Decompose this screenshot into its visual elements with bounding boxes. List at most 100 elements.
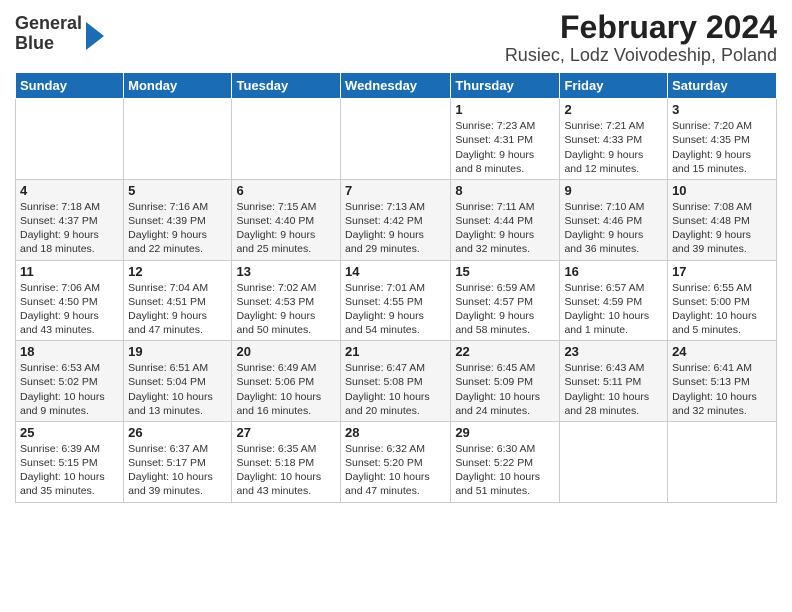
calendar-cell: 5 Sunrise: 7:16 AM Sunset: 4:39 PM Daylig…	[124, 179, 232, 260]
calendar-cell: 24Sunrise: 6:41 AM Sunset: 5:13 PM Dayli…	[668, 341, 777, 422]
day-info: Sunrise: 7:21 AM Sunset: 4:33 PM Dayligh…	[564, 119, 663, 176]
day-number: 3	[672, 102, 772, 117]
day-info: Sunrise: 6:55 AM Sunset: 5:00 PM Dayligh…	[672, 281, 772, 338]
day-number: 11	[20, 264, 119, 279]
calendar-cell: 11 Sunrise: 7:06 AM Sunset: 4:50 PM Dayli…	[16, 260, 124, 341]
day-info: Sunrise: 6:53 AM Sunset: 5:02 PM Dayligh…	[20, 361, 119, 418]
day-info: Sunrise: 6:47 AM Sunset: 5:08 PM Dayligh…	[345, 361, 446, 418]
calendar-cell: 6 Sunrise: 7:15 AM Sunset: 4:40 PM Daylig…	[232, 179, 341, 260]
day-info: Sunrise: 6:45 AM Sunset: 5:09 PM Dayligh…	[455, 361, 555, 418]
day-number: 15	[455, 264, 555, 279]
calendar-cell: 21Sunrise: 6:47 AM Sunset: 5:08 PM Dayli…	[341, 341, 451, 422]
day-number: 29	[455, 425, 555, 440]
day-info: Sunrise: 7:13 AM Sunset: 4:42 PM Dayligh…	[345, 200, 446, 257]
day-info: Sunrise: 6:57 AM Sunset: 4:59 PM Dayligh…	[564, 281, 663, 338]
day-number: 5	[128, 183, 227, 198]
weekday-header-friday: Friday	[560, 73, 668, 99]
page-title: February 2024	[505, 10, 777, 45]
calendar-cell: 7 Sunrise: 7:13 AM Sunset: 4:42 PM Daylig…	[341, 179, 451, 260]
calendar-header: SundayMondayTuesdayWednesdayThursdayFrid…	[16, 73, 777, 99]
day-info: Sunrise: 7:23 AM Sunset: 4:31 PM Dayligh…	[455, 119, 555, 176]
day-info: Sunrise: 6:59 AM Sunset: 4:57 PM Dayligh…	[455, 281, 555, 338]
day-info: Sunrise: 7:01 AM Sunset: 4:55 PM Dayligh…	[345, 281, 446, 338]
calendar-cell: 15 Sunrise: 6:59 AM Sunset: 4:57 PM Dayli…	[451, 260, 560, 341]
day-number: 28	[345, 425, 446, 440]
calendar-cell: 16 Sunrise: 6:57 AM Sunset: 4:59 PM Dayli…	[560, 260, 668, 341]
day-number: 8	[455, 183, 555, 198]
page-subtitle: Rusiec, Lodz Voivodeship, Poland	[505, 45, 777, 66]
weekday-header-monday: Monday	[124, 73, 232, 99]
calendar-cell	[341, 99, 451, 180]
day-info: Sunrise: 6:51 AM Sunset: 5:04 PM Dayligh…	[128, 361, 227, 418]
day-number: 18	[20, 344, 119, 359]
day-info: Sunrise: 6:32 AM Sunset: 5:20 PM Dayligh…	[345, 442, 446, 499]
day-number: 1	[455, 102, 555, 117]
calendar-body: 1 Sunrise: 7:23 AM Sunset: 4:31 PM Daylig…	[16, 99, 777, 502]
day-info: Sunrise: 6:49 AM Sunset: 5:06 PM Dayligh…	[236, 361, 336, 418]
calendar-cell: 18 Sunrise: 6:53 AM Sunset: 5:02 PM Dayli…	[16, 341, 124, 422]
day-number: 27	[236, 425, 336, 440]
day-info: Sunrise: 7:15 AM Sunset: 4:40 PM Dayligh…	[236, 200, 336, 257]
calendar-cell: 26Sunrise: 6:37 AM Sunset: 5:17 PM Dayli…	[124, 421, 232, 502]
day-number: 25	[20, 425, 119, 440]
day-info: Sunrise: 7:16 AM Sunset: 4:39 PM Dayligh…	[128, 200, 227, 257]
weekday-header-row: SundayMondayTuesdayWednesdayThursdayFrid…	[16, 73, 777, 99]
calendar-week-4: 18 Sunrise: 6:53 AM Sunset: 5:02 PM Dayli…	[16, 341, 777, 422]
day-number: 16	[564, 264, 663, 279]
day-number: 23	[564, 344, 663, 359]
calendar-cell: 1 Sunrise: 7:23 AM Sunset: 4:31 PM Daylig…	[451, 99, 560, 180]
calendar-cell: 19Sunrise: 6:51 AM Sunset: 5:04 PM Dayli…	[124, 341, 232, 422]
day-number: 9	[564, 183, 663, 198]
day-info: Sunrise: 7:08 AM Sunset: 4:48 PM Dayligh…	[672, 200, 772, 257]
weekday-header-saturday: Saturday	[668, 73, 777, 99]
calendar-cell	[668, 421, 777, 502]
weekday-header-thursday: Thursday	[451, 73, 560, 99]
calendar-cell: 23 Sunrise: 6:43 AM Sunset: 5:11 PM Dayli…	[560, 341, 668, 422]
calendar-week-1: 1 Sunrise: 7:23 AM Sunset: 4:31 PM Daylig…	[16, 99, 777, 180]
day-info: Sunrise: 7:18 AM Sunset: 4:37 PM Dayligh…	[20, 200, 119, 257]
calendar-cell: 14 Sunrise: 7:01 AM Sunset: 4:55 PM Dayli…	[341, 260, 451, 341]
calendar-week-3: 11 Sunrise: 7:06 AM Sunset: 4:50 PM Dayli…	[16, 260, 777, 341]
calendar-cell: 20 Sunrise: 6:49 AM Sunset: 5:06 PM Dayli…	[232, 341, 341, 422]
day-info: Sunrise: 7:10 AM Sunset: 4:46 PM Dayligh…	[564, 200, 663, 257]
day-info: Sunrise: 6:43 AM Sunset: 5:11 PM Dayligh…	[564, 361, 663, 418]
day-number: 4	[20, 183, 119, 198]
calendar-cell: 28 Sunrise: 6:32 AM Sunset: 5:20 PM Dayli…	[341, 421, 451, 502]
weekday-header-wednesday: Wednesday	[341, 73, 451, 99]
calendar-cell: 29 Sunrise: 6:30 AM Sunset: 5:22 PM Dayli…	[451, 421, 560, 502]
day-number: 22	[455, 344, 555, 359]
day-info: Sunrise: 7:06 AM Sunset: 4:50 PM Dayligh…	[20, 281, 119, 338]
day-number: 7	[345, 183, 446, 198]
calendar-cell: 13 Sunrise: 7:02 AM Sunset: 4:53 PM Dayli…	[232, 260, 341, 341]
day-number: 14	[345, 264, 446, 279]
calendar-cell: 3 Sunrise: 7:20 AM Sunset: 4:35 PM Daylig…	[668, 99, 777, 180]
day-info: Sunrise: 7:20 AM Sunset: 4:35 PM Dayligh…	[672, 119, 772, 176]
day-info: Sunrise: 7:04 AM Sunset: 4:51 PM Dayligh…	[128, 281, 227, 338]
calendar-cell: 9 Sunrise: 7:10 AM Sunset: 4:46 PM Daylig…	[560, 179, 668, 260]
day-number: 17	[672, 264, 772, 279]
calendar-week-5: 25 Sunrise: 6:39 AM Sunset: 5:15 PM Dayli…	[16, 421, 777, 502]
day-number: 12	[128, 264, 227, 279]
logo: General Blue	[15, 14, 104, 54]
day-info: Sunrise: 7:02 AM Sunset: 4:53 PM Dayligh…	[236, 281, 336, 338]
logo-text: General Blue	[15, 14, 82, 54]
calendar-cell: 2 Sunrise: 7:21 AM Sunset: 4:33 PM Daylig…	[560, 99, 668, 180]
day-info: Sunrise: 6:30 AM Sunset: 5:22 PM Dayligh…	[455, 442, 555, 499]
day-info: Sunrise: 6:39 AM Sunset: 5:15 PM Dayligh…	[20, 442, 119, 499]
calendar-cell	[16, 99, 124, 180]
day-info: Sunrise: 6:37 AM Sunset: 5:17 PM Dayligh…	[128, 442, 227, 499]
day-number: 6	[236, 183, 336, 198]
calendar-cell	[560, 421, 668, 502]
title-area: February 2024 Rusiec, Lodz Voivodeship, …	[505, 10, 777, 66]
calendar-cell: 12 Sunrise: 7:04 AM Sunset: 4:51 PM Dayli…	[124, 260, 232, 341]
calendar-cell	[124, 99, 232, 180]
calendar-cell: 8Sunrise: 7:11 AM Sunset: 4:44 PM Daylig…	[451, 179, 560, 260]
day-number: 13	[236, 264, 336, 279]
calendar-cell: 27Sunrise: 6:35 AM Sunset: 5:18 PM Dayli…	[232, 421, 341, 502]
logo-line2: Blue	[15, 34, 82, 54]
day-number: 2	[564, 102, 663, 117]
day-number: 24	[672, 344, 772, 359]
day-number: 10	[672, 183, 772, 198]
day-number: 20	[236, 344, 336, 359]
calendar-cell	[232, 99, 341, 180]
